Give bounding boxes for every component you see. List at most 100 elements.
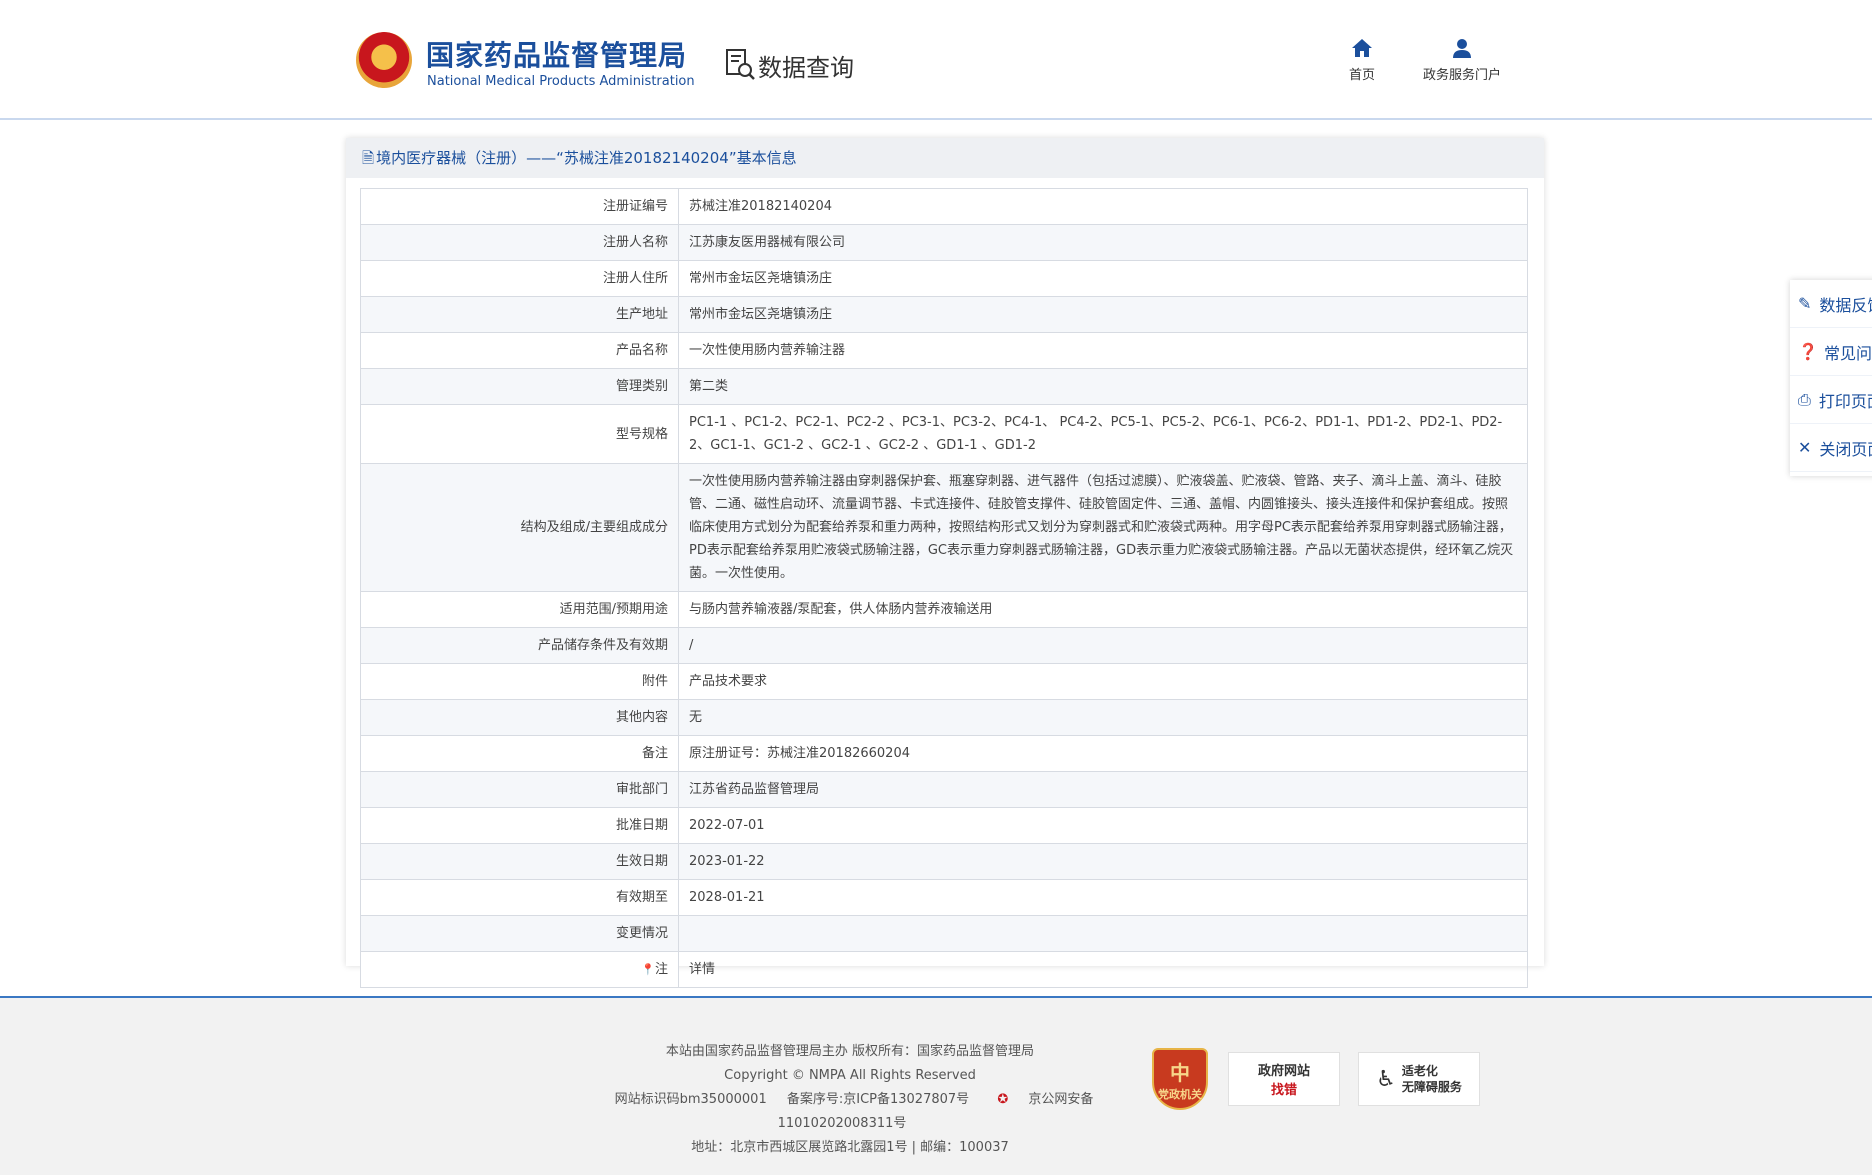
table-row: 注册人住所 常州市金坛区尧塘镇汤庄 [360, 260, 1528, 297]
row-label: 注册人名称 [360, 224, 679, 261]
close-icon: ✕ [1798, 438, 1812, 457]
footer-sponsor: 本站由国家药品监督管理局主办 版权所有：国家药品监督管理局 [665, 1044, 1035, 1059]
table-row: 管理类别 第二类 [360, 368, 1528, 405]
document-icon: 🗎 [362, 149, 375, 167]
row-label: 备注 [360, 735, 679, 772]
row-value: 一次性使用肠内营养输注器 [678, 332, 1528, 369]
row-value: 2023-01-22 [678, 843, 1528, 880]
row-label-text: 注 [654, 962, 668, 977]
row-label: 适用范围/预期用途 [360, 591, 679, 628]
row-value: 苏械注准20182140204 [678, 188, 1528, 225]
row-value: 2028-01-21 [678, 879, 1528, 916]
footer-copyright: Copyright © NMPA All Rights Reserved [724, 1068, 976, 1083]
card-title-text: 境内医疗器械（注册）——“苏械注准20182140204”基本信息 [376, 149, 797, 167]
row-value: 江苏省药品监督管理局 [678, 771, 1528, 808]
home-icon [1352, 39, 1372, 57]
section-title: 数据查询 [758, 54, 854, 82]
pin-icon: 📍 [641, 963, 655, 976]
row-label-text: 注册人名称 [602, 235, 668, 250]
row-label: 型号规格 [360, 404, 679, 464]
question-icon: ❓ [1798, 342, 1818, 361]
row-label-text: 适用范围/预期用途 [559, 602, 668, 617]
row-label-text: 变更情况 [615, 926, 668, 941]
nav-home[interactable]: 首页 [1344, 38, 1380, 83]
row-value: 常州市金坛区尧塘镇汤庄 [678, 260, 1528, 297]
row-label-text: 审批部门 [615, 782, 668, 797]
accessibility-label-1: 适老化 [1401, 1064, 1438, 1078]
details-link[interactable]: 详情 [678, 951, 1528, 988]
row-value: 无 [678, 699, 1528, 736]
row-label: 附件 [360, 663, 679, 700]
row-label-text: 批准日期 [615, 818, 668, 833]
device-info-card: 🗎 境内医疗器械（注册）——“苏械注准20182140204”基本信息 注册证编号… [346, 138, 1544, 988]
table-row: 生效日期 2023-01-22 [360, 843, 1528, 880]
party-gov-icon: 中 [1170, 1060, 1190, 1085]
row-label: 生效日期 [360, 843, 679, 880]
footer-icp[interactable]: 备案序号:京ICP备13027807号 [787, 1092, 969, 1107]
table-row: 有效期至 2028-01-21 [360, 879, 1528, 916]
side-tools: ✎ 数据反馈 ❓ 常见问题 ⎙ 打印页面 ✕ 关闭页面 [1790, 280, 1872, 476]
table-row: 注册证编号 苏械注准20182140204 [360, 188, 1528, 225]
accessibility-badge[interactable]: ♿ 适老化 无障碍服务 [1358, 1052, 1480, 1106]
table-row: 产品储存条件及有效期 / [360, 627, 1528, 664]
row-label: 生产地址 [360, 296, 679, 333]
side-faq[interactable]: ❓ 常见问题 [1790, 328, 1872, 376]
footer-records: 网站标识码bm35000001 备案序号:京ICP备13027807号 ✪ 京公… [560, 1088, 1140, 1136]
table-row: 型号规格 PC1-1 、PC1-2、PC2-1、PC2-2 、PC3-1、PC3-… [360, 404, 1528, 464]
row-label: 产品储存条件及有效期 [360, 627, 679, 664]
table-row: 附件 产品技术要求 [360, 663, 1528, 700]
row-label-text: 备注 [641, 746, 668, 761]
row-label-text: 型号规格 [615, 426, 668, 442]
table-row: 结构及组成/主要组成成分 一次性使用肠内营养输注器由穿刺器保护套、瓶塞穿刺器、进气… [360, 463, 1528, 592]
row-label: 注册人住所 [360, 260, 679, 297]
table-row: 备注 原注册证号：苏械注准20182660204 [360, 735, 1528, 772]
info-table: 注册证编号 苏械注准20182140204 注册人名称 江苏康友医用器械有限公司 注册人… [360, 188, 1528, 988]
site-header: 国家药品监督管理局 National Medical Products Admi… [0, 0, 1872, 120]
error-report-label: 找错 [1270, 1083, 1297, 1098]
side-close-label: 关闭页面 [1819, 439, 1872, 459]
party-gov-badge[interactable]: 中 党政机关 [1152, 1048, 1208, 1110]
edit-icon: ✎ [1798, 294, 1812, 313]
nav-home-label: 首页 [1348, 68, 1375, 83]
nav-service-portal[interactable]: 政务服务门户 [1414, 38, 1510, 83]
police-badge-icon: ✪ [997, 1092, 1009, 1107]
side-close[interactable]: ✕ 关闭页面 [1790, 424, 1872, 472]
row-value: 与肠内营养输液器/泵配套，供人体肠内营养液输送用 [678, 591, 1528, 628]
row-value: 常州市金坛区尧塘镇汤庄 [678, 296, 1528, 333]
site-footer: 本站由国家药品监督管理局主办 版权所有：国家药品监督管理局 Copyright … [0, 996, 1872, 1175]
row-label: 审批部门 [360, 771, 679, 808]
side-faq-label: 常见问题 [1824, 343, 1872, 363]
row-value: 第二类 [678, 368, 1528, 405]
side-feedback[interactable]: ✎ 数据反馈 [1790, 280, 1872, 328]
footer-address: 地址：北京市西城区展览路北露园1号 | 邮编：100037 [691, 1140, 1009, 1155]
row-value: 一次性使用肠内营养输注器由穿刺器保护套、瓶塞穿刺器、进气器件（包括过滤膜）、贮液… [678, 463, 1528, 592]
row-value: 2022-07-01 [678, 807, 1528, 844]
site-title-en[interactable]: National Medical Products Administration [427, 74, 695, 89]
row-label: 有效期至 [360, 879, 679, 916]
row-label: 注册证编号 [360, 188, 679, 225]
row-label: 批准日期 [360, 807, 679, 844]
site-title-cn[interactable]: 国家药品监督管理局 [426, 34, 687, 74]
row-value: / [678, 627, 1528, 664]
row-label-text: 注册证编号 [602, 199, 668, 214]
table-row: 其他内容无 [360, 699, 1528, 736]
table-row: 审批部门 江苏省药品监督管理局 [360, 771, 1528, 808]
footer-site-id: 网站标识码bm35000001 [614, 1092, 767, 1107]
party-gov-label: 党政机关 [1158, 1087, 1202, 1101]
table-row: 产品名称 一次性使用肠内营养输注器 [360, 332, 1528, 369]
side-print[interactable]: ⎙ 打印页面 [1790, 376, 1872, 424]
row-value: PC1-1 、PC1-2、PC2-1、PC2-2 、PC3-1、PC3-2、PC… [678, 404, 1528, 464]
gov-site-error-badge[interactable]: 政府网站 找错 [1228, 1052, 1340, 1106]
row-label: 结构及组成/主要组成成分 [360, 463, 679, 592]
row-label-text: 管理类别 [615, 379, 668, 394]
nav-portal-label: 政务服务门户 [1422, 68, 1501, 83]
national-emblem-logo[interactable] [356, 32, 412, 88]
row-label-text: 其他内容 [615, 710, 668, 725]
row-label: 变更情况 [360, 915, 679, 952]
row-label-text: 附件 [641, 674, 668, 689]
row-label: 产品名称 [360, 332, 679, 369]
data-query-icon [726, 49, 755, 80]
side-feedback-label: 数据反馈 [1819, 295, 1872, 315]
accessibility-icon: ♿ [1376, 1066, 1396, 1092]
table-row: 📍注 详情 [360, 951, 1528, 988]
